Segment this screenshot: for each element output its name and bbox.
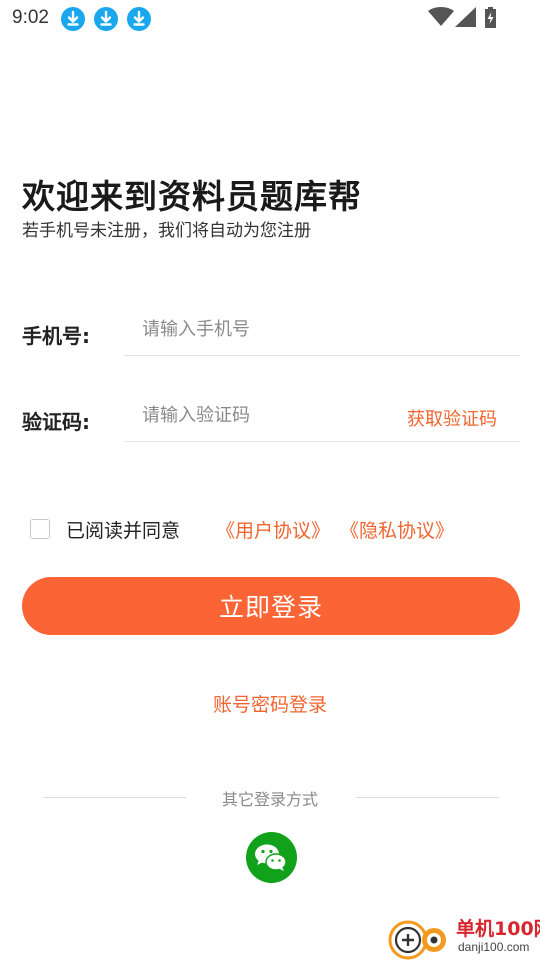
page-subtitle: 若手机号未注册，我们将自动为您注册 — [22, 221, 311, 241]
cellular-signal-icon — [455, 7, 476, 27]
battery-charging-icon — [485, 7, 496, 28]
login-button[interactable]: 立即登录 — [22, 577, 520, 635]
code-label: 验证码: — [22, 410, 90, 434]
download-icon — [94, 7, 118, 31]
watermark-name: 单机100网 — [456, 918, 540, 940]
get-code-button[interactable]: 获取验证码 — [407, 405, 497, 431]
user-agreement-link[interactable]: 《用户协议》 — [216, 516, 330, 543]
watermark-logo-icon — [388, 920, 446, 960]
wechat-login-button[interactable] — [246, 832, 297, 883]
download-icon — [127, 7, 151, 31]
agreement-text: 已阅读并同意 — [66, 520, 181, 542]
other-login-label: 其它登录方式 — [221, 790, 318, 809]
download-icon — [61, 7, 85, 31]
divider-right — [356, 797, 499, 798]
phone-input[interactable] — [124, 304, 520, 356]
wechat-icon — [255, 844, 287, 871]
watermark-domain: danji100.com — [458, 940, 530, 954]
agreement-checkbox[interactable] — [30, 519, 50, 539]
status-bar: 9:02 — [0, 0, 540, 36]
watermark: 单机100网 danji100.com — [388, 912, 540, 960]
wifi-icon — [428, 7, 454, 26]
password-login-row: 账号密码登录 — [0, 690, 540, 717]
status-time: 9:02 — [12, 7, 49, 28]
password-login-link[interactable]: 账号密码登录 — [213, 694, 327, 716]
phone-label: 手机号: — [22, 324, 90, 348]
system-icons — [428, 7, 504, 29]
page-title: 欢迎来到资料员题库帮 — [22, 177, 362, 216]
privacy-policy-link[interactable]: 《隐私协议》 — [340, 516, 454, 543]
